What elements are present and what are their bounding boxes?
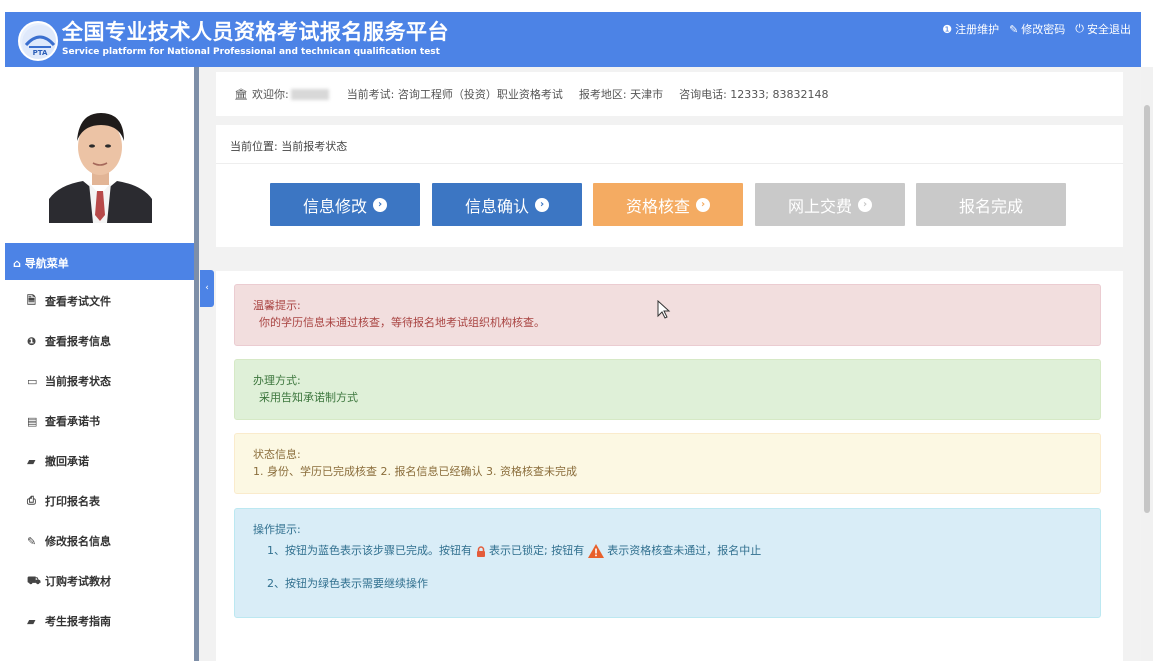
alert-ops: 操作提示: 1、按钮为蓝色表示该步骤已完成。按钮有 表示已锁定; 按钮有 表示资… <box>234 508 1101 618</box>
sidebar-item-label: 查看报考信息 <box>45 335 111 348</box>
register-maintain-label: 注册维护 <box>955 23 1000 36</box>
info-circle-icon: ❶ <box>942 22 953 36</box>
welcome-bar: 🏛 欢迎你: 当前考试: 咨询工程师（投资）职业资格考试 报考地区: 天津市 咨… <box>216 72 1123 116</box>
greeting: 欢迎你: <box>251 88 289 101</box>
alert-method: 办理方式: 采用告知承诺制方式 <box>234 359 1101 420</box>
logo-text: PTA <box>33 49 48 57</box>
breadcrumb: 当前位置: 当前报考状态 <box>230 140 348 153</box>
arrow-right-icon: › <box>373 197 387 212</box>
sidebar-item-label: 订购考试教材 <box>45 575 111 588</box>
alert-status-title: 状态信息: <box>253 448 301 461</box>
logout-link[interactable]: ⏻ 安全退出 <box>1075 21 1131 37</box>
step-info-edit-button[interactable]: 信息修改 › <box>270 183 420 226</box>
chevron-left-icon: ‹ <box>205 283 209 293</box>
alert-ops-title: 操作提示: <box>253 523 301 536</box>
notice-panel: 温馨提示: 你的学历信息未通过核查，等待报名地考试组织机构核查。 办理方式: 采… <box>216 271 1123 661</box>
edit-icon: ✎ <box>1009 22 1019 36</box>
main-content: 🏛 欢迎你: 当前考试: 咨询工程师（投资）职业资格考试 报考地区: 天津市 咨… <box>199 67 1141 661</box>
step-label: 信息修改 <box>302 196 367 216</box>
sidebar-collapse-toggle[interactable]: ‹ <box>200 270 214 307</box>
warning-icon <box>587 544 604 558</box>
info-icon: ❶ <box>27 334 37 348</box>
arrow-right-icon: › <box>858 197 872 212</box>
id-card-icon: ▤ <box>27 414 38 428</box>
step-label: 网上交费 <box>787 196 852 216</box>
avatar <box>49 99 152 223</box>
home-icon: ⌂ <box>13 257 21 270</box>
step-label: 报名完成 <box>958 196 1023 216</box>
alert-ops-line1b: 表示已锁定; 按钮有 <box>489 544 585 557</box>
sidebar-item-print-form[interactable]: ⎙ 打印报名表 <box>5 481 194 521</box>
sidebar-item-label: 查看承诺书 <box>45 415 100 428</box>
page-scrollbar[interactable] <box>1141 67 1153 661</box>
alert-ops-line1a: 1、按钮为蓝色表示该步骤已完成。按钮有 <box>267 544 472 557</box>
sidebar-item-label: 打印报名表 <box>45 495 100 508</box>
hotline: 咨询电话: 12333; 83832148 <box>679 88 829 101</box>
alert-ops-line1c: 表示资格核查未通过，报名中止 <box>607 544 762 557</box>
sidebar-item-exam-files[interactable]: 🗎 查看考试文件 <box>5 281 194 321</box>
step-label: 资格核查 <box>625 196 690 216</box>
book-icon: ▰ <box>27 454 36 468</box>
alert-method-title: 办理方式: <box>253 374 301 387</box>
alert-status: 状态信息: 1. 身份、学历已完成核查 2. 报名信息已经确认 3. 资格核查未… <box>234 433 1101 494</box>
sidebar-item-commitment[interactable]: ▤ 查看承诺书 <box>5 401 194 441</box>
status-panel: 当前位置: 当前报考状态 信息修改 › 信息确认 › 资格核查 › 网上交费 › 报名完… <box>216 125 1123 247</box>
step-qualification-check-button[interactable]: 资格核查 › <box>593 183 743 226</box>
change-password-label: 修改密码 <box>1021 23 1066 36</box>
app-subtitle: Service platform for National Profession… <box>62 47 440 57</box>
sidebar-item-order-books[interactable]: ⛟ 订购考试教材 <box>5 561 194 601</box>
alert-ops-line2: 2、按钮为绿色表示需要继续操作 <box>267 577 428 590</box>
nav-menu-header: ⌂ 导航菜单 <box>5 243 194 280</box>
lock-icon <box>476 545 485 557</box>
edit-icon: ✎ <box>27 534 37 548</box>
power-icon: ⏻ <box>1075 22 1084 35</box>
sidebar-item-label: 考生报考指南 <box>45 615 111 628</box>
logout-label: 安全退出 <box>1087 23 1131 36</box>
sidebar-item-label: 修改报名信息 <box>45 535 111 548</box>
alert-tip-body: 你的学历信息未通过核查，等待报名地考试组织机构核查。 <box>259 316 545 329</box>
document-icon: 🗎 <box>27 293 36 307</box>
register-maintain-link[interactable]: ❶ 注册维护 <box>942 21 999 37</box>
alert-tip-title: 温馨提示: <box>253 299 301 312</box>
scroll-thumb[interactable] <box>1144 105 1150 513</box>
step-registration-complete-button[interactable]: 报名完成 <box>916 183 1066 226</box>
sidebar-item-label: 撤回承诺 <box>45 455 89 468</box>
sidebar: ⌂ 导航菜单 🗎 查看考试文件 ❶ 查看报考信息 ▭ 当前报考状态 ▤ 查看承诺书 ▰ 撤… <box>5 67 194 661</box>
arrow-right-icon: › <box>696 197 710 212</box>
mouse-cursor-icon <box>657 300 671 319</box>
sidebar-item-current-status[interactable]: ▭ 当前报考状态 <box>5 361 194 401</box>
sidebar-item-label: 当前报考状态 <box>45 375 111 388</box>
sidebar-item-withdraw-commitment[interactable]: ▰ 撤回承诺 <box>5 441 194 481</box>
user-name-blurred <box>290 88 329 100</box>
exam-region: 报考地区: 天津市 <box>578 88 664 101</box>
print-icon: ⎙ <box>27 494 36 507</box>
change-password-link[interactable]: ✎ 修改密码 <box>1009 21 1065 37</box>
app-title: 全国专业技术人员资格考试报名服务平台 <box>62 20 449 44</box>
app-header: PTA 全国专业技术人员资格考试报名服务平台 Service platform … <box>5 12 1141 67</box>
pta-logo: PTA <box>18 21 58 61</box>
monitor-icon: ▭ <box>27 374 38 388</box>
arrow-right-icon: › <box>535 197 549 212</box>
sidebar-item-guide[interactable]: ▰ 考生报考指南 <box>5 601 194 641</box>
current-exam: 当前考试: 咨询工程师（投资）职业资格考试 <box>346 88 563 101</box>
divider <box>216 163 1123 164</box>
step-online-payment-button[interactable]: 网上交费 › <box>755 183 905 226</box>
nav-menu-title: 导航菜单 <box>24 257 69 270</box>
alert-method-body: 采用告知承诺制方式 <box>259 391 358 404</box>
cart-icon: ⛟ <box>27 573 41 587</box>
sidebar-item-application-info[interactable]: ❶ 查看报考信息 <box>5 321 194 361</box>
step-label: 信息确认 <box>464 196 529 216</box>
sidebar-item-edit-info[interactable]: ✎ 修改报名信息 <box>5 521 194 561</box>
bank-icon: 🏛 <box>234 87 248 101</box>
step-info-confirm-button[interactable]: 信息确认 › <box>432 183 582 226</box>
book-icon: ▰ <box>27 614 36 628</box>
sidebar-item-label: 查看考试文件 <box>45 295 111 308</box>
alert-status-body: 1. 身份、学历已完成核查 2. 报名信息已经确认 3. 资格核查未完成 <box>253 465 577 478</box>
